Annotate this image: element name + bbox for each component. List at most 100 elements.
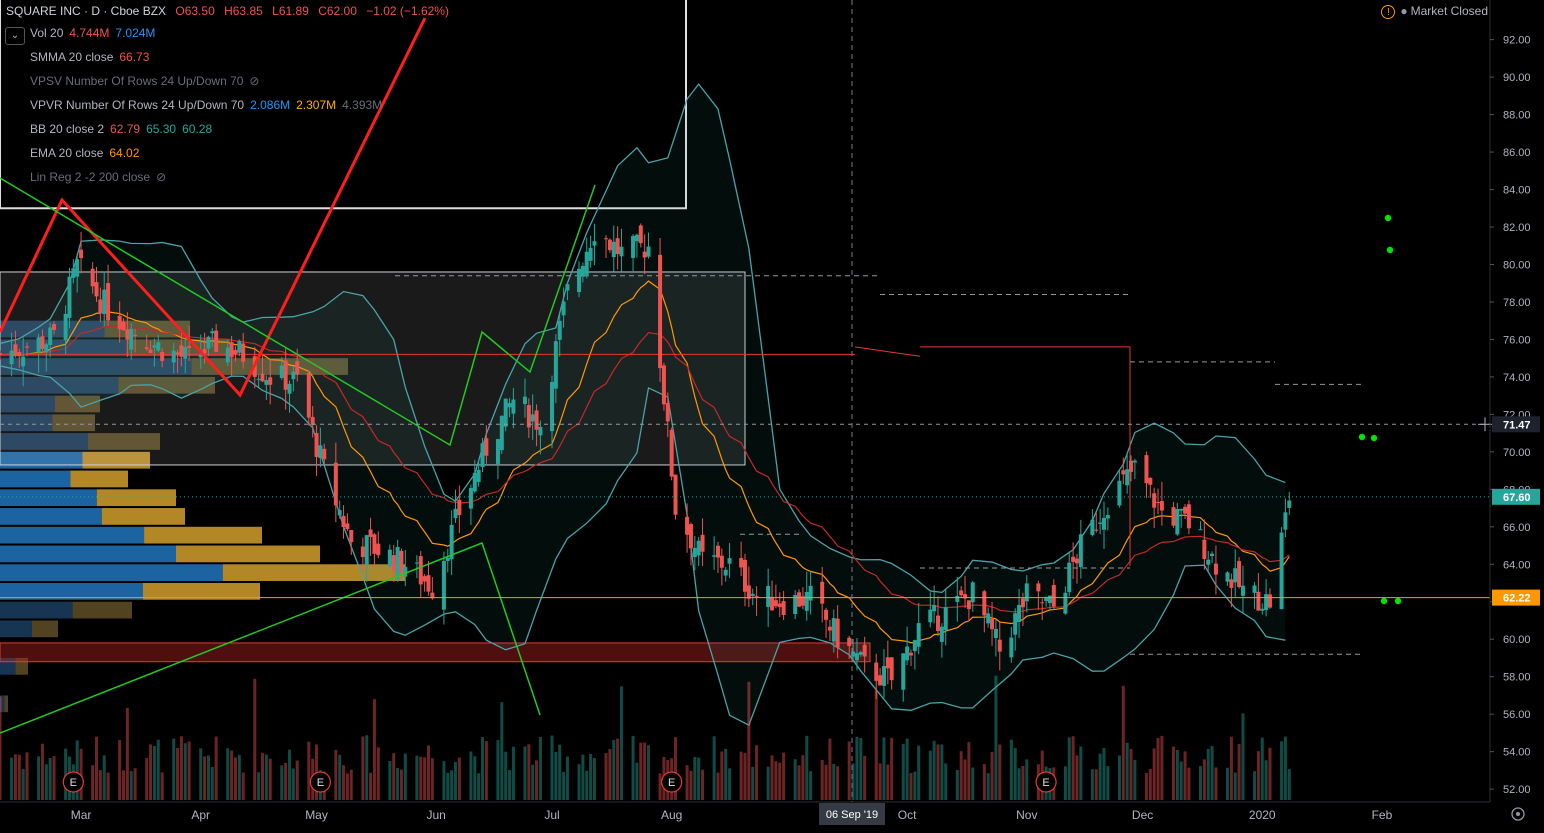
volume-bar [1210,745,1214,800]
volume-bar [944,763,948,800]
candle-body [831,618,836,642]
volume-profile-up-bar [0,508,102,525]
volume-bar [766,766,770,800]
hidden-eye-icon[interactable]: ⊘ [156,170,166,184]
indicator-value: 64.02 [109,146,140,160]
candle-body [399,550,404,573]
candle-body [854,653,859,661]
indicator-row[interactable]: Lin Reg 2 -2 200 close ⊘ [30,170,166,184]
candle-body [688,524,693,549]
volume-bar [994,675,998,800]
candle-body [152,345,157,348]
volume-profile-down-bar [144,526,262,544]
candle-body [619,246,624,257]
candle-body [634,234,639,242]
volume-bar [1117,755,1121,800]
price-tick-label: 88.00 [1503,110,1531,122]
volume-bar [396,767,400,800]
candle-body [468,487,473,509]
time-tick-label: May [305,808,328,822]
candle-body [129,328,134,350]
candle-body [561,301,566,316]
volume-bar [48,758,52,800]
time-tick-label: Apr [191,808,210,822]
volume-bar [936,744,940,800]
candle-body [9,350,14,365]
candle-body [820,581,825,604]
candle-body [1024,583,1029,602]
volume-bar [1229,736,1233,800]
volume-bar [253,678,257,800]
indicator-row[interactable]: VPVR Number Of Rows 24 Up/Down 70 2.086M 2… [30,98,382,112]
volume-bar [338,754,342,800]
volume-bar [399,769,403,800]
candle-body [1233,568,1238,583]
price-chart-svg[interactable]: EEEE52.0054.0056.0058.0060.0062.0064.006… [0,0,1544,828]
volume-bar [500,702,504,800]
warning-icon[interactable]: ! [1381,4,1396,19]
candle-body [881,666,886,686]
chart-area[interactable]: EEEE52.0054.0056.0058.0060.0062.0064.006… [0,0,1544,828]
volume-bar [307,741,311,800]
candle-body [986,613,991,624]
indicator-row[interactable]: VPSV Number Of Rows 24 Up/Down 70 ⊘ [30,74,259,88]
candle-body [67,276,72,318]
indicator-value: 60.28 [182,122,213,136]
candle-body [530,414,535,422]
candle-body [372,534,377,554]
time-tick-label: Dec [1132,808,1153,822]
candle-body [63,313,68,341]
collapse-indicators-button[interactable]: ⌄ [5,27,25,45]
time-tick-label: Feb [1372,808,1393,822]
candle-body [229,342,234,358]
indicator-row[interactable]: SMMA 20 close 66.73 [30,50,149,64]
volume-bar [855,736,859,800]
candle-body [715,545,720,558]
volume-bar [685,765,689,800]
candle-body [414,562,419,564]
volume-profile-down-bar [72,601,132,619]
candle-body [1237,561,1242,588]
candle-body [175,352,180,355]
indicator-value: 65.30 [146,122,177,136]
indicator-row[interactable]: Vol 20 4.744M 7.024M [30,26,155,40]
candle-body [773,600,778,607]
volume-bar [1156,737,1160,800]
candle-body [646,246,651,257]
candle-body [1094,529,1099,531]
volume-bar [376,747,380,800]
volume-bar [1009,739,1013,800]
hidden-eye-icon[interactable]: ⊘ [249,74,259,88]
candle-body [360,546,365,558]
volume-profile-down-bar [96,489,176,507]
signal-dot [1394,597,1402,605]
candle-body [183,347,188,359]
candle-body [283,360,288,390]
candle-body [121,321,126,331]
volume-bar [1098,753,1102,800]
volume-bar [697,757,701,800]
volume-bar [959,751,963,800]
volume-bar [998,744,1002,800]
volume-bar [450,770,454,800]
volume-bar [233,757,237,800]
candle-body [279,365,284,378]
candle-body [1198,529,1203,531]
candle-body [1013,613,1018,635]
candle-body [808,585,813,601]
indicator-row[interactable]: BB 20 close 2 62.79 65.30 60.28 [30,122,212,136]
candle-body [584,251,589,275]
candle-body [98,299,103,314]
candle-body [187,346,192,348]
indicator-row[interactable]: EMA 20 close 64.02 [30,146,139,160]
volume-bar [156,739,160,800]
volume-bar [361,736,365,800]
volume-bar [291,768,295,800]
symbol-title[interactable]: SQUARE INC · D · Cboe BZX [6,4,166,18]
volume-bar [13,754,17,800]
volume-bar [909,773,913,800]
volume-bar [755,745,759,800]
candle-body [210,331,215,334]
candle-body [368,529,373,537]
candle-body [1047,595,1052,604]
